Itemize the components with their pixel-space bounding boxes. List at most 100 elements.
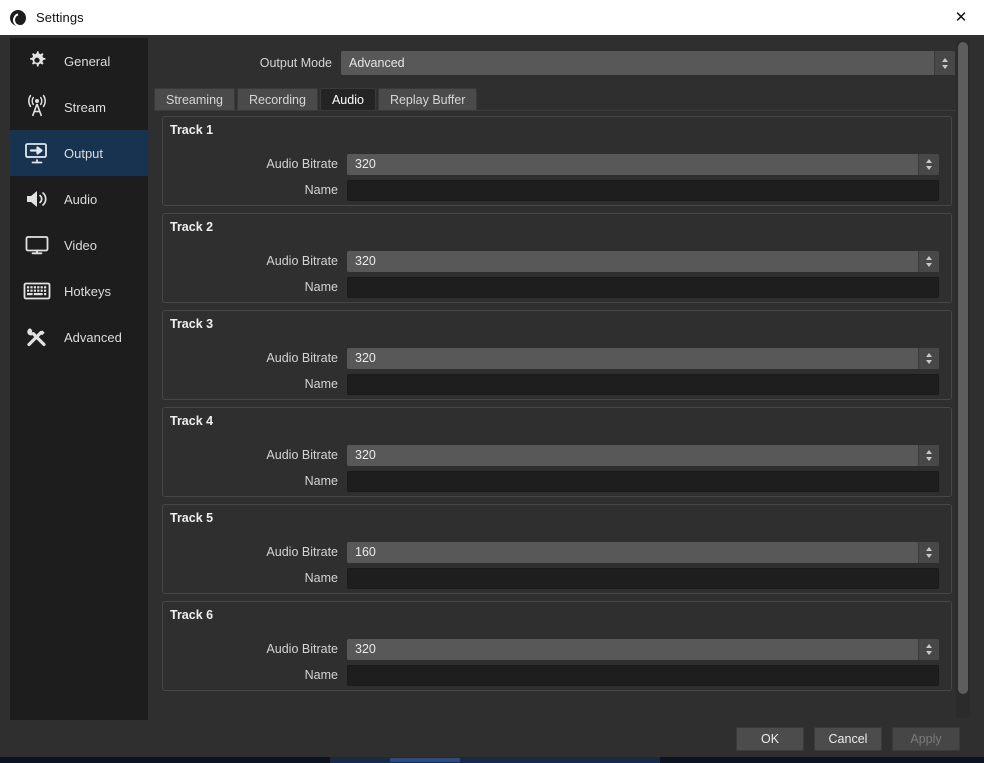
bitrate-dropdown[interactable]: 320 [347,153,939,175]
scrollbar-thumb[interactable] [958,42,968,694]
sidebar-item-label: Audio [64,191,98,207]
gear-icon [22,46,52,76]
bitrate-spinner-icon[interactable] [918,444,939,466]
bitrate-spinner-icon[interactable] [918,541,939,563]
bitrate-value: 160 [355,545,376,559]
cancel-button[interactable]: Cancel [814,727,882,751]
output-icon [22,138,52,168]
dialog-footer: OK Cancel Apply [0,721,972,757]
name-label: Name [304,280,338,294]
ok-button[interactable]: OK [736,727,804,751]
bitrate-value: 320 [355,254,376,268]
tools-icon [22,322,52,352]
tab-recording[interactable]: Recording [236,88,318,110]
sidebar-item-stream[interactable]: Stream [10,84,148,130]
bitrate-dropdown[interactable]: 320 [347,250,939,272]
output-tabs: Streaming Recording Audio Replay Buffer [154,88,479,110]
track-name-input[interactable] [347,276,939,298]
bitrate-spinner-icon[interactable] [918,153,939,175]
bitrate-row: Audio Bitrate 320 [163,444,951,466]
bitrate-label: Audio Bitrate [266,351,338,365]
bitrate-row: Audio Bitrate 160 [163,541,951,563]
monitor-icon [22,230,52,260]
sidebar-item-hotkeys[interactable]: Hotkeys [10,268,148,314]
track-name-input[interactable] [347,179,939,201]
bitrate-value: 320 [355,351,376,365]
bitrate-spinner-icon[interactable] [918,638,939,660]
bitrate-label: Audio Bitrate [266,642,338,656]
bitrate-value: 320 [355,642,376,656]
name-label: Name [304,571,338,585]
settings-content: Output Mode Advanced Streaming Recording… [150,38,972,720]
bitrate-dropdown[interactable]: 320 [347,347,939,369]
name-label: Name [304,668,338,682]
tab-pane-divider [154,110,960,111]
sidebar-item-label: Advanced [64,329,122,345]
sidebar-item-label: Stream [64,99,106,115]
desktop-background-strip [0,757,984,763]
settings-sidebar: General Stream Output Audio Video Hotkey… [10,38,148,720]
bitrate-label: Audio Bitrate [266,157,338,171]
vertical-scrollbar[interactable] [956,40,970,718]
speaker-icon [22,184,52,214]
sidebar-item-audio[interactable]: Audio [10,176,148,222]
track-group: Track 3 Audio Bitrate 320 Name [162,310,952,400]
track-title: Track 3 [170,317,214,331]
track-group: Track 6 Audio Bitrate 320 Name [162,601,952,691]
output-mode-spinner-icon[interactable] [934,51,955,75]
track-group: Track 5 Audio Bitrate 160 Name [162,504,952,594]
bitrate-row: Audio Bitrate 320 [163,638,951,660]
tab-streaming[interactable]: Streaming [154,88,235,110]
track-name-input[interactable] [347,567,939,589]
obs-logo-icon [10,9,30,29]
output-mode-dropdown[interactable]: Advanced [341,51,955,75]
bitrate-row: Audio Bitrate 320 [163,347,951,369]
track-name-input[interactable] [347,470,939,492]
bitrate-spinner-icon[interactable] [918,250,939,272]
bitrate-spinner-icon[interactable] [918,347,939,369]
bitrate-label: Audio Bitrate [266,254,338,268]
bitrate-dropdown[interactable]: 160 [347,541,939,563]
sidebar-item-video[interactable]: Video [10,222,148,268]
track-name-input[interactable] [347,373,939,395]
track-title: Track 2 [170,220,214,234]
track-title: Track 6 [170,608,214,622]
track-title: Track 5 [170,511,214,525]
bitrate-value: 320 [355,157,376,171]
broadcast-icon [22,92,52,122]
sidebar-item-label: Video [64,237,98,253]
title-bar: Settings ✕ [0,0,984,35]
bitrate-dropdown[interactable]: 320 [347,444,939,466]
sidebar-item-output[interactable]: Output [10,130,148,176]
track-group: Track 2 Audio Bitrate 320 Name [162,213,952,303]
name-row: Name [163,276,951,298]
output-mode-label: Output Mode [259,56,332,70]
name-row: Name [163,664,951,686]
bitrate-label: Audio Bitrate [266,545,338,559]
sidebar-item-label: Output [64,145,104,161]
keyboard-icon [22,276,52,306]
track-group: Track 4 Audio Bitrate 320 Name [162,407,952,497]
output-mode-row: Output Mode Advanced [150,50,955,76]
bitrate-dropdown[interactable]: 320 [347,638,939,660]
name-row: Name [163,567,951,589]
track-name-input[interactable] [347,664,939,686]
bitrate-row: Audio Bitrate 320 [163,153,951,175]
name-label: Name [304,377,338,391]
tab-audio[interactable]: Audio [319,88,376,110]
tab-replay-buffer[interactable]: Replay Buffer [377,88,478,110]
track-group: Track 1 Audio Bitrate 320 Name [162,116,952,206]
name-row: Name [163,470,951,492]
output-mode-value: Advanced [349,56,405,70]
bitrate-label: Audio Bitrate [266,448,338,462]
window-title: Settings [36,10,84,25]
bitrate-value: 320 [355,448,376,462]
bitrate-row: Audio Bitrate 320 [163,250,951,272]
sidebar-item-label: General [64,53,111,69]
name-label: Name [304,183,338,197]
sidebar-item-label: Hotkeys [64,283,111,299]
sidebar-item-general[interactable]: General [10,38,148,84]
close-icon[interactable]: ✕ [938,0,984,35]
sidebar-item-advanced[interactable]: Advanced [10,314,148,360]
apply-button: Apply [892,727,960,751]
